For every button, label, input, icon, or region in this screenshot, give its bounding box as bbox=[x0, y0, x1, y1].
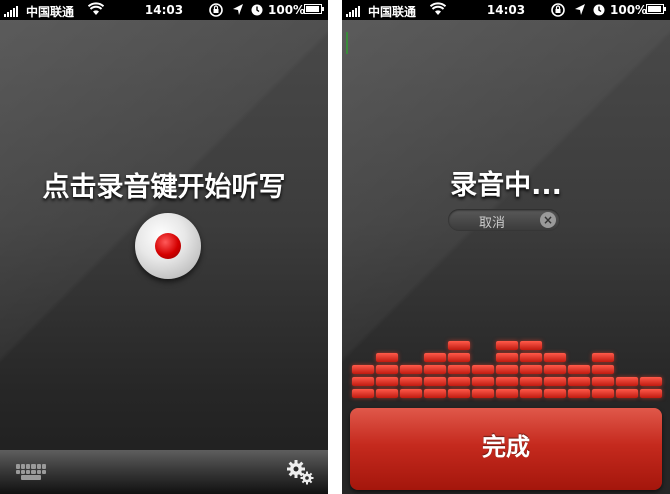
equalizer-cell bbox=[592, 389, 614, 398]
battery-icon bbox=[304, 4, 324, 14]
equalizer-column bbox=[376, 350, 398, 398]
equalizer-cell bbox=[520, 389, 542, 398]
equalizer-cell bbox=[376, 353, 398, 362]
equalizer-cell bbox=[568, 389, 590, 398]
recording-status: 录音中... bbox=[450, 170, 562, 201]
bottom-toolbar bbox=[0, 450, 328, 494]
equalizer-cell bbox=[616, 389, 638, 398]
battery-percent: 100% bbox=[610, 3, 648, 17]
done-bar: 完成 bbox=[342, 402, 670, 494]
input-level-indicator bbox=[346, 32, 348, 54]
equalizer-cell bbox=[400, 365, 422, 374]
equalizer-cell bbox=[448, 377, 470, 386]
equalizer-column bbox=[616, 374, 638, 398]
equalizer-cell bbox=[520, 377, 542, 386]
record-dot-icon bbox=[155, 233, 181, 259]
equalizer-column bbox=[496, 338, 518, 398]
equalizer-column bbox=[448, 338, 470, 398]
right-screen: 中国联通 14:03 100% 录音中... 取消 × 完成 bbox=[342, 0, 670, 494]
equalizer-cell bbox=[448, 389, 470, 398]
equalizer-column bbox=[640, 374, 662, 398]
equalizer-cell bbox=[352, 389, 374, 398]
equalizer-cell bbox=[520, 365, 542, 374]
equalizer-cell bbox=[352, 377, 374, 386]
equalizer-cell bbox=[448, 365, 470, 374]
equalizer-cell bbox=[496, 353, 518, 362]
equalizer-cell bbox=[544, 389, 566, 398]
status-bar: 中国联通 14:03 100% bbox=[342, 0, 670, 20]
equalizer-cell bbox=[544, 365, 566, 374]
equalizer-column bbox=[424, 350, 446, 398]
equalizer-cell bbox=[448, 353, 470, 362]
alarm-clock-icon bbox=[251, 4, 263, 16]
equalizer-column bbox=[400, 362, 422, 398]
equalizer-cell bbox=[376, 389, 398, 398]
equalizer-cell bbox=[496, 377, 518, 386]
equalizer-column bbox=[520, 338, 542, 398]
equalizer-cell bbox=[424, 389, 446, 398]
audio-equalizer bbox=[348, 338, 664, 398]
equalizer-column bbox=[592, 350, 614, 398]
equalizer-cell bbox=[520, 353, 542, 362]
rotation-lock-icon bbox=[551, 3, 565, 17]
done-button[interactable]: 完成 bbox=[350, 408, 662, 490]
equalizer-cell bbox=[472, 377, 494, 386]
record-button[interactable] bbox=[135, 213, 201, 279]
location-arrow-icon bbox=[575, 4, 585, 15]
equalizer-cell bbox=[520, 341, 542, 350]
equalizer-cell bbox=[592, 353, 614, 362]
equalizer-cell bbox=[424, 365, 446, 374]
left-screen: 中国联通 14:03 100% 点击录音键开始听写 bbox=[0, 0, 328, 494]
equalizer-cell bbox=[472, 389, 494, 398]
equalizer-cell bbox=[496, 365, 518, 374]
equalizer-cell bbox=[616, 377, 638, 386]
battery-icon bbox=[646, 4, 666, 14]
alarm-clock-icon bbox=[593, 4, 605, 16]
battery-percent: 100% bbox=[268, 3, 306, 17]
equalizer-cell bbox=[592, 365, 614, 374]
equalizer-cell bbox=[568, 365, 590, 374]
equalizer-cell bbox=[544, 377, 566, 386]
dictation-prompt: 点击录音键开始听写 bbox=[42, 172, 286, 203]
equalizer-cell bbox=[448, 341, 470, 350]
cancel-label: 取消 bbox=[478, 216, 505, 231]
equalizer-column bbox=[472, 362, 494, 398]
equalizer-cell bbox=[400, 389, 422, 398]
equalizer-cell bbox=[376, 377, 398, 386]
equalizer-cell bbox=[496, 389, 518, 398]
equalizer-column bbox=[352, 362, 374, 398]
equalizer-column bbox=[568, 362, 590, 398]
equalizer-cell bbox=[496, 341, 518, 350]
equalizer-cell bbox=[424, 377, 446, 386]
equalizer-cell bbox=[640, 389, 662, 398]
cancel-button[interactable]: 取消 × bbox=[448, 209, 560, 231]
equalizer-cell bbox=[376, 365, 398, 374]
equalizer-cell bbox=[424, 353, 446, 362]
keyboard-icon[interactable] bbox=[16, 464, 46, 480]
equalizer-cell bbox=[400, 377, 422, 386]
equalizer-cell bbox=[352, 365, 374, 374]
gears-icon[interactable] bbox=[284, 458, 316, 486]
equalizer-cell bbox=[640, 377, 662, 386]
rotation-lock-icon bbox=[209, 3, 223, 17]
equalizer-column bbox=[544, 350, 566, 398]
equalizer-cell bbox=[568, 377, 590, 386]
location-arrow-icon bbox=[233, 4, 243, 15]
equalizer-cell bbox=[592, 377, 614, 386]
status-bar: 中国联通 14:03 100% bbox=[0, 0, 328, 20]
equalizer-cell bbox=[472, 365, 494, 374]
equalizer-cell bbox=[544, 353, 566, 362]
close-icon: × bbox=[540, 212, 556, 228]
